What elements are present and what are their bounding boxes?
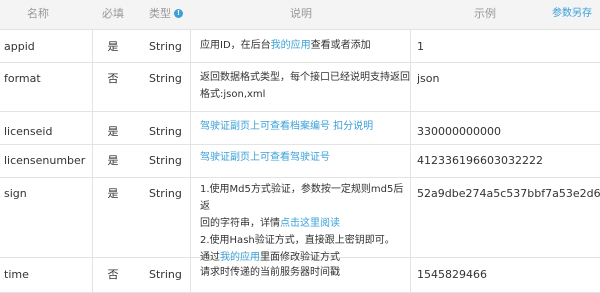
param-description: 返回数据格式类型，每个接口已经说明支持返回 格式:json,xml — [200, 69, 410, 103]
param-name: appid — [4, 40, 35, 53]
param-name: format — [4, 72, 41, 85]
description-text: 格式:json,xml — [200, 89, 266, 100]
param-type: String — [149, 125, 182, 138]
description-link[interactable]: 驾驶证副页上可查看档案编号 扣分说明 — [200, 121, 373, 132]
param-type: String — [149, 187, 182, 200]
description-line: 格式:json,xml — [200, 86, 410, 103]
table-row: licensenumber 是 String 驾驶证副页上可查看驾驶证号 4123361… — [0, 145, 600, 178]
description-line: 2.使用Hash验证方式，直接跟上密钥即可。 — [200, 232, 410, 249]
param-required: 是 — [107, 154, 119, 167]
description-link[interactable]: 点击这里阅读 — [280, 218, 340, 229]
param-example: json — [417, 72, 440, 85]
header-required: 必填 — [102, 7, 124, 20]
description-line: 驾驶证副页上可查看驾驶证号 — [200, 149, 410, 166]
header-type-label: 类型 — [149, 7, 171, 20]
param-name: sign — [4, 187, 27, 200]
info-icon[interactable]: ! — [174, 9, 183, 18]
param-description: 应用ID，在后台我的应用查看或者添加 — [200, 37, 410, 54]
table-header: 名称 必填 类型! 说明 示例 参数另存 — [0, 0, 600, 30]
column-divider — [410, 30, 411, 293]
param-type: String — [149, 72, 182, 85]
column-divider — [190, 30, 191, 293]
param-example: 1545829466 — [417, 268, 487, 281]
param-name: licensenumber — [4, 154, 86, 167]
description-text: 应用ID，在后台 — [200, 40, 271, 51]
param-example: 412336196603032222 — [417, 154, 543, 167]
param-example: 1 — [417, 40, 424, 53]
param-type: String — [149, 268, 182, 281]
param-description: 1.使用Md5方式验证，参数按一定规则md5后返回的字符串，详情点击这里阅读 2.… — [200, 181, 410, 266]
header-name: 名称 — [27, 7, 49, 20]
table-row: sign 是 String 1.使用Md5方式验证，参数按一定规则md5后返回的字符串… — [0, 178, 600, 263]
param-example: 330000000000 — [417, 125, 501, 138]
table-row: appid 是 String 应用ID，在后台我的应用查看或者添加 1 — [0, 30, 600, 63]
description-text: 请求时传递的当前服务器时间戳 — [200, 267, 340, 278]
description-line: 应用ID，在后台我的应用查看或者添加 — [200, 37, 410, 54]
header-desc: 说明 — [290, 7, 312, 20]
description-text: 查看或者添加 — [310, 40, 371, 51]
description-text: 1.使用Md5方式验证，参数按一定规则md5后返 — [200, 184, 404, 212]
param-required: 否 — [107, 268, 119, 281]
table-row: licenseid 是 String 驾驶证副页上可查看档案编号 扣分说明 330000… — [0, 112, 600, 145]
description-line: 请求时传递的当前服务器时间戳 — [200, 264, 410, 281]
param-type: String — [149, 154, 182, 167]
table-row: format 否 String 返回数据格式类型，每个接口已经说明支持返回 格式:jso… — [0, 63, 600, 112]
description-line: 1.使用Md5方式验证，参数按一定规则md5后返 — [200, 181, 410, 215]
param-description: 请求时传递的当前服务器时间戳 — [200, 264, 410, 281]
param-description: 驾驶证副页上可查看驾驶证号 — [200, 149, 410, 166]
description-link[interactable]: 驾驶证副页上可查看驾驶证号 — [200, 152, 330, 163]
param-required: 否 — [107, 72, 119, 85]
header-example: 示例 — [474, 7, 496, 20]
header-type: 类型! — [149, 0, 183, 27]
description-text: 回的字符串，详情 — [200, 218, 280, 229]
description-text: 2.使用Hash验证方式，直接跟上密钥即可。 — [200, 235, 395, 246]
param-required: 是 — [107, 187, 119, 200]
description-line: 返回数据格式类型，每个接口已经说明支持返回 — [200, 69, 410, 86]
description-text: 返回数据格式类型，每个接口已经说明支持返回 — [200, 72, 410, 83]
param-name: licenseid — [4, 125, 53, 138]
param-name: time — [4, 268, 29, 281]
column-divider — [92, 30, 93, 293]
description-link[interactable]: 我的应用 — [271, 40, 311, 51]
param-required: 是 — [107, 40, 119, 53]
save-params-link[interactable]: 参数另存 — [552, 0, 592, 27]
param-example: 52a9dbe274a5c537bbf7a53e2d66c09f — [417, 187, 600, 200]
description-line: 回的字符串，详情点击这里阅读 — [200, 215, 410, 232]
param-required: 是 — [107, 125, 119, 138]
description-line: 驾驶证副页上可查看档案编号 扣分说明 — [200, 118, 410, 135]
table-row: time 否 String 请求时传递的当前服务器时间戳 1545829466 — [0, 258, 600, 293]
param-type: String — [149, 40, 182, 53]
param-description: 驾驶证副页上可查看档案编号 扣分说明 — [200, 118, 410, 135]
